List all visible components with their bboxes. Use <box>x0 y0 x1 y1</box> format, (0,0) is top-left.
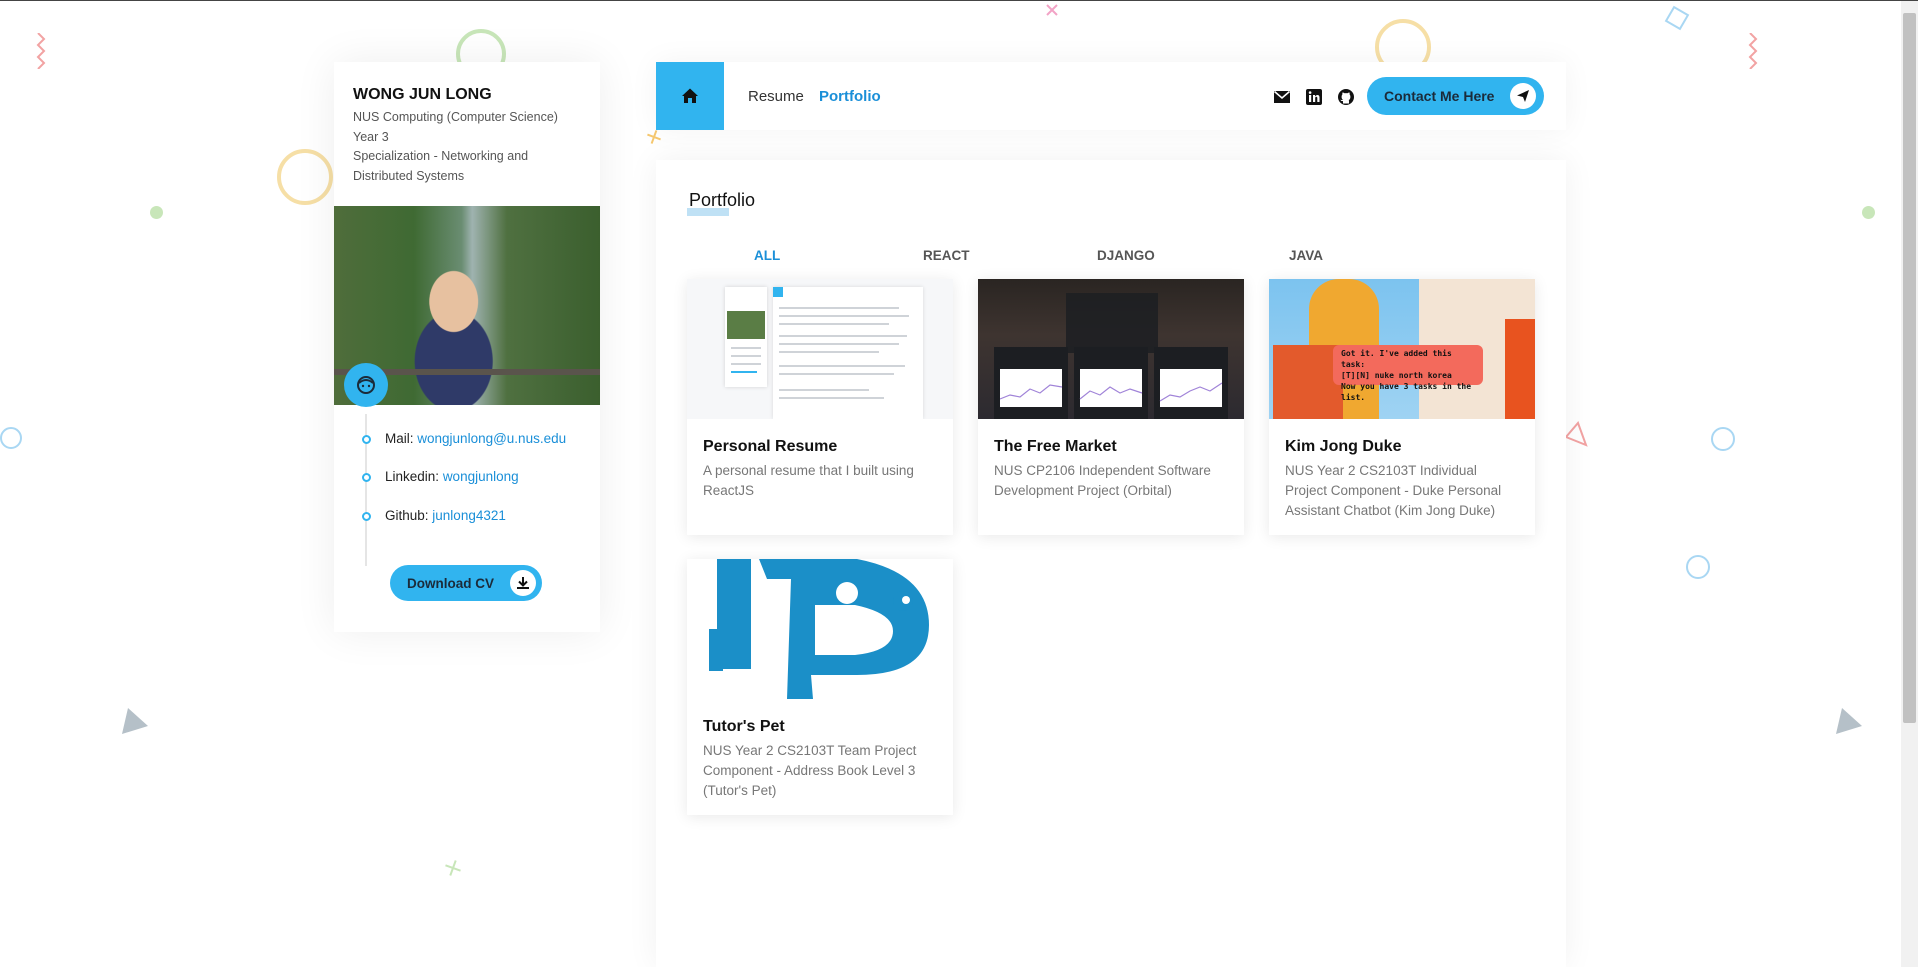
profile-specialization: Specialization - Networking and Distribu… <box>353 149 529 183</box>
project-title: Personal Resume <box>703 438 838 455</box>
profile-details: NUS Computing (Computer Science) Year 3 … <box>353 108 589 186</box>
project-thumbnail <box>687 279 953 419</box>
project-card-personal-resume[interactable]: Personal Resume A personal resume that I… <box>687 279 953 535</box>
linkedin-icon[interactable] <box>1305 88 1323 106</box>
nav-link-portfolio[interactable]: Portfolio <box>819 88 881 105</box>
project-card-tutors-pet[interactable]: Tutor's Pet NUS Year 2 CS2103T Team Proj… <box>687 559 953 815</box>
decor-cross-green <box>445 860 461 876</box>
decor-zigzag-red <box>36 33 46 69</box>
contact-linkedin-label: Linkedin: <box>385 469 440 484</box>
timeline-bullet <box>362 472 371 482</box>
decor-zigzag-red-2 <box>1748 33 1758 69</box>
contact-github: Github: junlong4321 <box>362 508 506 523</box>
project-title: Kim Jong Duke <box>1285 438 1402 455</box>
send-icon <box>1510 83 1536 109</box>
decor-square-blue <box>1664 5 1690 31</box>
project-description: NUS CP2106 Independent Software Developm… <box>994 463 1211 498</box>
contact-linkedin: Linkedin: wongjunlong <box>362 469 519 484</box>
timeline-bullet <box>362 511 371 521</box>
timeline-bullet <box>362 434 371 444</box>
profile-card: WONG JUN LONG NUS Computing (Computer Sc… <box>334 62 600 632</box>
project-thumbnail <box>978 279 1244 419</box>
filter-django[interactable]: DJANGO <box>1097 248 1155 263</box>
decor-ring-blue-3 <box>1686 555 1710 579</box>
portfolio-panel: Portfolio ALL REACT DJANGO JAVA Personal… <box>656 160 1566 967</box>
decor-dot-green-2 <box>1862 206 1875 219</box>
decor-ring-yellow <box>277 149 333 205</box>
contact-linkedin-link[interactable]: wongjunlong <box>443 469 519 484</box>
avatar-badge <box>344 363 388 407</box>
filter-react[interactable]: REACT <box>923 248 970 263</box>
home-icon <box>682 88 698 103</box>
chat-bubble: Got it. I've added this task: [T][N] nuk… <box>1333 345 1483 402</box>
project-card-free-market[interactable]: The Free Market NUS CP2106 Independent S… <box>978 279 1244 535</box>
project-card-kim-jong-duke[interactable]: Got it. I've added this task: [T][N] nuk… <box>1269 279 1535 535</box>
mail-icon[interactable] <box>1273 88 1291 106</box>
project-description: NUS Year 2 CS2103T Team Project Componen… <box>703 743 917 798</box>
contact-mail-link[interactable]: wongjunlong@u.nus.edu <box>417 431 566 446</box>
contact-github-link[interactable]: junlong4321 <box>432 508 506 523</box>
filter-all[interactable]: ALL <box>754 248 780 263</box>
project-description: NUS Year 2 CS2103T Individual Project Co… <box>1285 463 1502 518</box>
face-icon <box>357 376 375 394</box>
profile-year: Year 3 <box>353 129 389 144</box>
decor-dot-green <box>150 206 163 219</box>
contact-me-label: Contact Me Here <box>1384 88 1495 104</box>
contact-mail-label: Mail: <box>385 431 414 446</box>
project-description: A personal resume that I built using Rea… <box>703 463 914 498</box>
project-thumbnail <box>687 559 953 699</box>
decor-ring-blue <box>0 427 22 449</box>
decor-cross-yellow <box>647 130 661 144</box>
contact-github-label: Github: <box>385 508 429 523</box>
filter-java[interactable]: JAVA <box>1289 248 1323 263</box>
top-nav: Resume Portfolio Contact Me Here <box>656 62 1566 130</box>
decor-cross-pink <box>1046 4 1058 16</box>
decor-triangle-red <box>1564 421 1588 447</box>
profile-school: NUS Computing (Computer Science) <box>353 110 558 124</box>
nav-link-resume[interactable]: Resume <box>748 88 804 105</box>
contact-mail: Mail: wongjunlong@u.nus.edu <box>362 431 566 446</box>
download-cv-button[interactable]: Download CV <box>390 565 542 601</box>
project-title: Tutor's Pet <box>703 718 785 735</box>
download-icon <box>510 570 536 596</box>
home-button[interactable] <box>656 62 724 130</box>
decor-triangle-grey <box>122 708 148 734</box>
page-title: Portfolio <box>689 190 756 210</box>
contact-me-button[interactable]: Contact Me Here <box>1367 77 1544 115</box>
download-cv-label: Download CV <box>407 575 494 591</box>
project-title: The Free Market <box>994 438 1117 455</box>
profile-name: WONG JUN LONG <box>353 86 492 103</box>
github-icon[interactable] <box>1337 88 1355 106</box>
tutors-pet-logo <box>709 559 929 699</box>
page-scrollbar[interactable] <box>1901 1 1918 967</box>
scrollbar-thumb[interactable] <box>1903 13 1916 723</box>
decor-triangle-grey-2 <box>1836 708 1862 734</box>
project-thumbnail: Got it. I've added this task: [T][N] nuk… <box>1269 279 1535 419</box>
decor-ring-blue-2 <box>1711 427 1735 451</box>
